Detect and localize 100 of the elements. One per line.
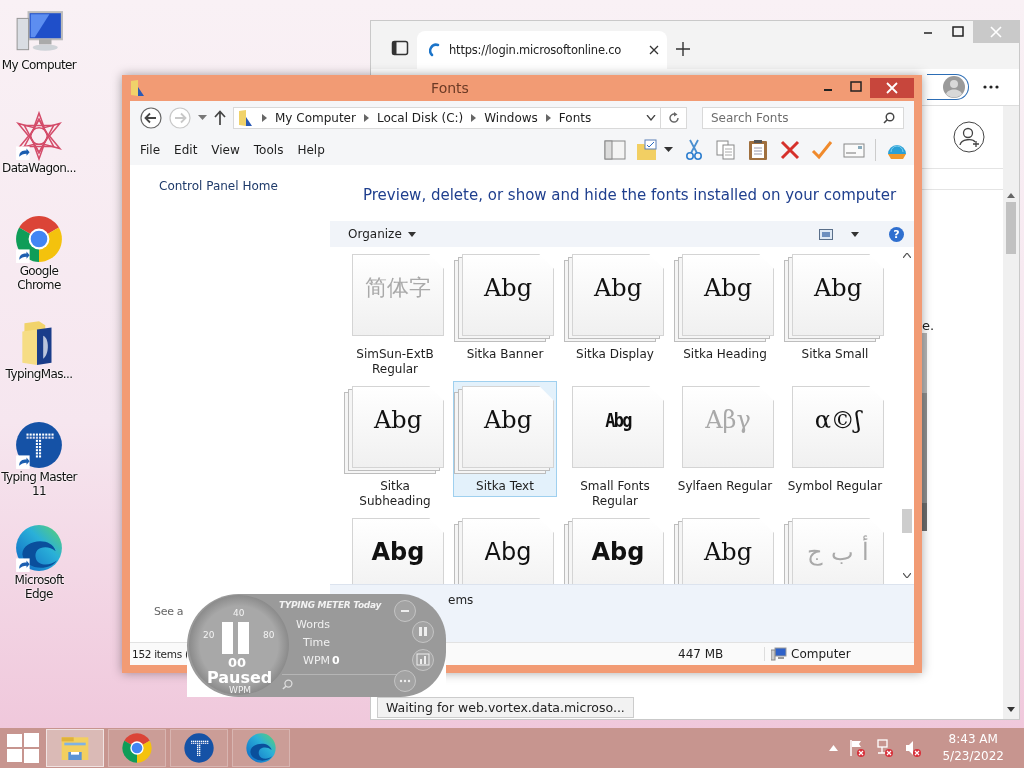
speaker-icon[interactable] bbox=[904, 739, 923, 757]
search-icon[interactable] bbox=[883, 112, 895, 124]
caret-icon[interactable] bbox=[664, 147, 673, 153]
sidebar-link[interactable]: Control Panel Home bbox=[159, 179, 330, 193]
taskbar-button[interactable] bbox=[170, 729, 228, 767]
font-preview: Abg bbox=[703, 538, 753, 566]
meter-title: TYPING METER Today bbox=[279, 600, 381, 610]
font-item[interactable]: Abg Sitka Display bbox=[563, 249, 667, 365]
scroll-up-icon[interactable] bbox=[1007, 192, 1015, 198]
tab-actions-icon[interactable] bbox=[391, 39, 409, 57]
address-bar[interactable]: My Computer Local Disk (C:) Windows Fonts bbox=[233, 107, 661, 129]
breadcrumb-item[interactable]: Local Disk (C:) bbox=[376, 111, 464, 125]
font-item[interactable]: Abg Sitka Subheading bbox=[343, 381, 447, 512]
page-heading: Preview, delete, or show and hide the fonts installed on your computer bbox=[362, 185, 898, 206]
meter-label: WPM bbox=[303, 654, 330, 667]
font-preview: Abg bbox=[593, 274, 643, 302]
font-item[interactable]: Abg Small Fonts Regular bbox=[563, 381, 667, 512]
up-arrow-icon[interactable] bbox=[214, 110, 226, 126]
icon-label: Google Chrome bbox=[16, 264, 62, 292]
checkmark-icon[interactable] bbox=[811, 139, 833, 161]
font-item[interactable]: Abg bbox=[563, 513, 667, 584]
font-item[interactable]: 简体字 SimSun-ExtB Regular bbox=[343, 249, 447, 380]
search-input[interactable]: Search Fonts bbox=[711, 111, 883, 125]
font-item[interactable]: Abg bbox=[453, 513, 557, 584]
taskbar-button[interactable] bbox=[108, 729, 166, 767]
back-icon[interactable] bbox=[140, 107, 162, 129]
chevron-icon[interactable] bbox=[471, 114, 477, 122]
browser-tab[interactable]: https://login.microsoftonline.co bbox=[417, 31, 667, 69]
refresh-button[interactable] bbox=[661, 107, 687, 129]
menu-item[interactable]: Edit bbox=[174, 143, 206, 157]
taskbar-button[interactable] bbox=[46, 729, 104, 767]
delete-icon[interactable] bbox=[779, 139, 801, 161]
location-text: Computer bbox=[791, 647, 851, 661]
add-user-icon[interactable] bbox=[953, 121, 985, 153]
scrollbar-thumb[interactable] bbox=[1006, 202, 1016, 254]
caret-up-icon[interactable] bbox=[829, 745, 839, 751]
new-tab-icon[interactable] bbox=[675, 41, 691, 57]
close-icon[interactable] bbox=[649, 45, 659, 55]
avatar-icon bbox=[943, 76, 965, 98]
chevron-icon[interactable] bbox=[363, 114, 369, 122]
wpm-value: 0 bbox=[332, 654, 340, 667]
scroll-down-icon[interactable] bbox=[1007, 707, 1015, 713]
menu-item[interactable]: Tools bbox=[253, 143, 292, 157]
font-preview: Abg bbox=[371, 538, 425, 566]
page-text: e. bbox=[922, 318, 936, 333]
scroll-up-icon[interactable] bbox=[903, 253, 911, 258]
network-icon[interactable] bbox=[876, 739, 895, 757]
folder-check-icon[interactable] bbox=[636, 139, 658, 161]
font-preview: Abg bbox=[813, 274, 863, 302]
flag-icon[interactable] bbox=[848, 739, 867, 757]
scissors-icon[interactable] bbox=[683, 139, 705, 161]
refresh-icon bbox=[667, 112, 680, 124]
taskbar-button[interactable] bbox=[232, 729, 290, 767]
dial-unit: WPM bbox=[229, 685, 252, 695]
dial-tick: 40 bbox=[233, 608, 245, 618]
font-item[interactable]: Abg Sitka Text bbox=[453, 381, 557, 497]
minimize-icon bbox=[401, 610, 409, 612]
font-preview: α©ʃ bbox=[814, 406, 862, 434]
breadcrumb-item[interactable]: My Computer bbox=[275, 111, 356, 125]
font-preview: Abg bbox=[484, 538, 532, 566]
font-preview: Αβγ bbox=[705, 406, 751, 434]
dial-tick: 80 bbox=[263, 630, 275, 640]
chrome-icon[interactable] bbox=[14, 214, 64, 264]
more-icon[interactable] bbox=[983, 85, 999, 89]
organize-button[interactable]: Organize bbox=[348, 227, 416, 241]
menu-item[interactable]: View bbox=[211, 143, 248, 157]
icon-label: My Computer bbox=[0, 58, 78, 72]
caret-icon[interactable] bbox=[851, 231, 859, 237]
star-icon[interactable] bbox=[14, 111, 64, 161]
windows-logo-icon[interactable] bbox=[7, 733, 39, 763]
view-icon[interactable] bbox=[819, 228, 833, 240]
font-preview: Abg bbox=[605, 408, 631, 432]
font-item[interactable]: Abg Sitka Banner bbox=[453, 249, 557, 365]
font-item[interactable]: α©ʃ Symbol Regular bbox=[783, 381, 887, 497]
search-field[interactable]: Search Fonts bbox=[702, 107, 904, 129]
menu-item[interactable]: Help bbox=[297, 143, 333, 157]
meter-state: Paused bbox=[207, 668, 273, 687]
scrollbar-thumb[interactable] bbox=[902, 509, 912, 533]
meter-label: Time bbox=[303, 636, 330, 649]
font-item[interactable]: Abg bbox=[343, 513, 447, 584]
meter-label: Words bbox=[296, 618, 330, 631]
pause-icon bbox=[222, 622, 250, 654]
help-button[interactable]: ? bbox=[889, 226, 904, 242]
chevron-icon[interactable] bbox=[262, 114, 267, 122]
menu-item[interactable]: File bbox=[140, 143, 169, 157]
status-tooltip: Waiting for web.vortex.data.microso... bbox=[377, 697, 634, 718]
font-item[interactable]: Abg Sitka Small bbox=[783, 249, 887, 365]
chart-icon bbox=[416, 653, 430, 667]
scroll-down-icon[interactable] bbox=[903, 573, 911, 578]
breadcrumb-item[interactable]: Fonts bbox=[558, 111, 592, 125]
font-item[interactable]: Αβγ Sylfaen Regular bbox=[673, 381, 777, 497]
font-item[interactable]: Abg bbox=[673, 513, 777, 584]
typing-master-icon[interactable] bbox=[14, 420, 64, 470]
clipboard-icon[interactable] bbox=[747, 139, 769, 161]
font-preview: Abg bbox=[373, 406, 423, 434]
chevron-icon[interactable] bbox=[545, 114, 551, 122]
breadcrumb-item[interactable]: Windows bbox=[484, 111, 538, 125]
dropdown-icon[interactable] bbox=[646, 115, 656, 121]
font-item[interactable]: Abg Sitka Heading bbox=[673, 249, 777, 365]
edge-icon[interactable] bbox=[14, 523, 64, 573]
